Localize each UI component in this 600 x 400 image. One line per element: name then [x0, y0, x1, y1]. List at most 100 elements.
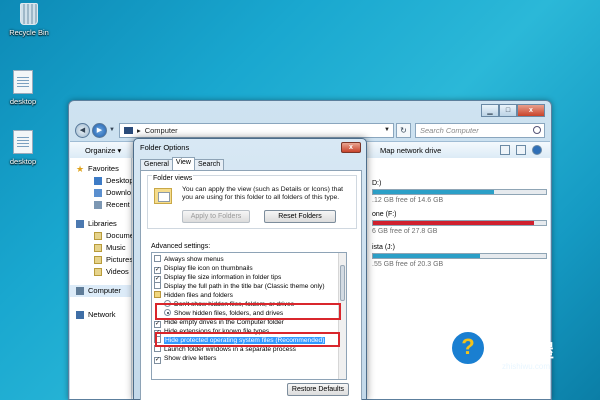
nav-item-music[interactable]: Music: [70, 242, 131, 254]
setting-label: Display file size information in folder …: [164, 274, 282, 281]
setting-label: Hidden files and folders: [164, 292, 233, 299]
desktop-icon-label: Recycle Bin: [9, 28, 49, 37]
documents-icon: [94, 232, 102, 240]
drive-item[interactable]: D:) .12 GB free of 14.6 GB: [372, 180, 547, 204]
setting-checkbox[interactable]: ✓: [154, 357, 161, 364]
nav-computer[interactable]: Computer: [70, 285, 131, 297]
breadcrumb-arrow-icon[interactable]: ▸: [137, 126, 141, 135]
nav-label: Libraries: [88, 219, 117, 228]
setting-row-folder[interactable]: Hidden files and folders: [154, 291, 233, 300]
window-controls: ▁ □ x: [481, 104, 545, 117]
desktop-icon-recycle-bin[interactable]: Recycle Bin: [4, 3, 54, 37]
tab-general[interactable]: General: [140, 159, 173, 170]
drive-usage-fill: [373, 254, 481, 258]
setting-row-checkbox[interactable]: ✓ Show drive letters: [154, 354, 217, 364]
preview-pane-icon[interactable]: [516, 145, 526, 155]
watermark-title: 知识屋: [500, 341, 554, 361]
close-button[interactable]: x: [517, 104, 545, 117]
watermark-subtitle: zhishiwu.com: [502, 362, 551, 371]
nav-item-videos[interactable]: Videos: [70, 266, 131, 278]
nav-item-pictures[interactable]: Pictures: [70, 254, 134, 266]
drive-free-space: .55 GB free of 20.3 GB: [372, 261, 444, 268]
refresh-button[interactable]: ↻: [396, 122, 411, 138]
nav-label: Docume: [106, 231, 134, 240]
videos-icon: [94, 268, 102, 276]
dialog-title: Folder Options: [140, 143, 190, 152]
desktop-icon-label: desktop: [9, 157, 37, 166]
nav-favorites[interactable]: ★ Favorites: [70, 163, 131, 175]
recycle-bin-icon: [20, 3, 38, 25]
nav-item-documents[interactable]: Docume: [70, 230, 134, 242]
chevron-down-icon[interactable]: ▼: [384, 127, 390, 133]
search-placeholder: Search Computer: [420, 125, 479, 135]
reset-folders-button[interactable]: Reset Folders: [264, 210, 336, 223]
map-network-drive-button[interactable]: Map network drive: [380, 146, 441, 155]
maximize-button[interactable]: □: [499, 104, 517, 117]
setting-label: Show drive letters: [164, 355, 217, 362]
dialog-close-button[interactable]: x: [341, 142, 361, 153]
apply-to-folders-button[interactable]: Apply to Folders: [182, 210, 250, 223]
folder-views-description: You can apply the view (such as Details …: [182, 186, 344, 201]
pictures-icon: [94, 256, 102, 264]
setting-row-checkbox[interactable]: Always show menus: [154, 255, 224, 264]
nav-label: Pictures: [106, 255, 134, 264]
setting-row-checkbox[interactable]: ✓ Display file icon on thumbnails: [154, 264, 253, 274]
nav-network[interactable]: Network: [70, 309, 131, 321]
downloads-folder-icon: [94, 189, 102, 197]
setting-label: Display the full path in the title bar (…: [164, 283, 325, 290]
desktop-icon-file-2[interactable]: desktop: [0, 130, 48, 166]
drive-free-space: .12 GB free of 14.6 GB: [372, 197, 444, 204]
computer-icon: [76, 287, 84, 295]
star-icon: ★: [76, 164, 85, 174]
view-options-icon[interactable]: [500, 145, 510, 155]
organize-button[interactable]: Organize ▾: [85, 146, 121, 155]
tab-view[interactable]: View: [171, 157, 195, 170]
restore-defaults-button[interactable]: Restore Defaults: [287, 383, 349, 396]
nav-label: Desktop: [106, 176, 134, 185]
drive-usage-bar: [372, 220, 547, 226]
network-icon: [76, 311, 84, 319]
scrollbar-thumb[interactable]: [340, 265, 345, 301]
folder-views-legend: Folder views: [152, 175, 194, 182]
search-icon: [533, 125, 541, 134]
nav-label: Network: [88, 310, 116, 319]
view-tab-panel: Folder views You can apply the view (suc…: [140, 170, 362, 400]
setting-label: Display file icon on thumbnails: [164, 265, 253, 272]
drive-name: D:): [372, 180, 382, 187]
nav-item-downloads[interactable]: Downlo: [70, 187, 131, 199]
folder-icon: [154, 291, 161, 298]
tab-search[interactable]: Search: [193, 159, 225, 170]
setting-label: Hide empty drives in the Computer folder: [164, 319, 284, 326]
recent-places-icon: [94, 201, 102, 209]
desktop-icon-file-1[interactable]: desktop: [0, 70, 48, 106]
document-icon: [13, 130, 33, 154]
computer-icon: [123, 126, 133, 134]
breadcrumb-computer[interactable]: Computer: [145, 126, 178, 135]
music-icon: [94, 244, 102, 252]
minimize-button[interactable]: ▁: [481, 104, 499, 117]
forward-button[interactable]: ▶: [92, 122, 107, 138]
setting-row-checkbox[interactable]: Display the full path in the title bar (…: [154, 282, 325, 291]
recent-pages-dropdown-icon[interactable]: ▼: [109, 127, 115, 133]
drive-item[interactable]: ista (J:) .55 GB free of 20.3 GB: [372, 244, 547, 268]
nav-label: Favorites: [88, 164, 119, 173]
desktop-icon-label: desktop: [9, 97, 37, 106]
nav-item-desktop[interactable]: Desktop: [70, 175, 134, 187]
folder-views-group: Folder views You can apply the view (suc…: [147, 175, 357, 229]
highlight-show-hidden-files: [155, 303, 341, 320]
address-bar[interactable]: ▸ Computer ▼: [118, 122, 394, 138]
help-icon[interactable]: [532, 145, 542, 155]
nav-label: Computer: [88, 286, 121, 295]
drive-item[interactable]: one (F:) 6 GB free of 27.8 GB: [372, 211, 547, 235]
highlight-hide-protected-files: [155, 332, 340, 347]
nav-libraries[interactable]: Libraries: [70, 218, 131, 230]
back-button[interactable]: ◀: [75, 122, 90, 138]
setting-row-checkbox[interactable]: ✓ Display file size information in folder…: [154, 273, 282, 283]
watermark-logo: ?: [450, 330, 486, 366]
search-input[interactable]: Search Computer: [415, 122, 545, 138]
setting-checkbox[interactable]: [154, 255, 161, 262]
nav-item-recent-places[interactable]: Recent P: [70, 199, 137, 211]
setting-checkbox[interactable]: [154, 282, 161, 289]
drive-usage-fill: [373, 221, 534, 225]
nav-label: Downlo: [106, 188, 132, 197]
